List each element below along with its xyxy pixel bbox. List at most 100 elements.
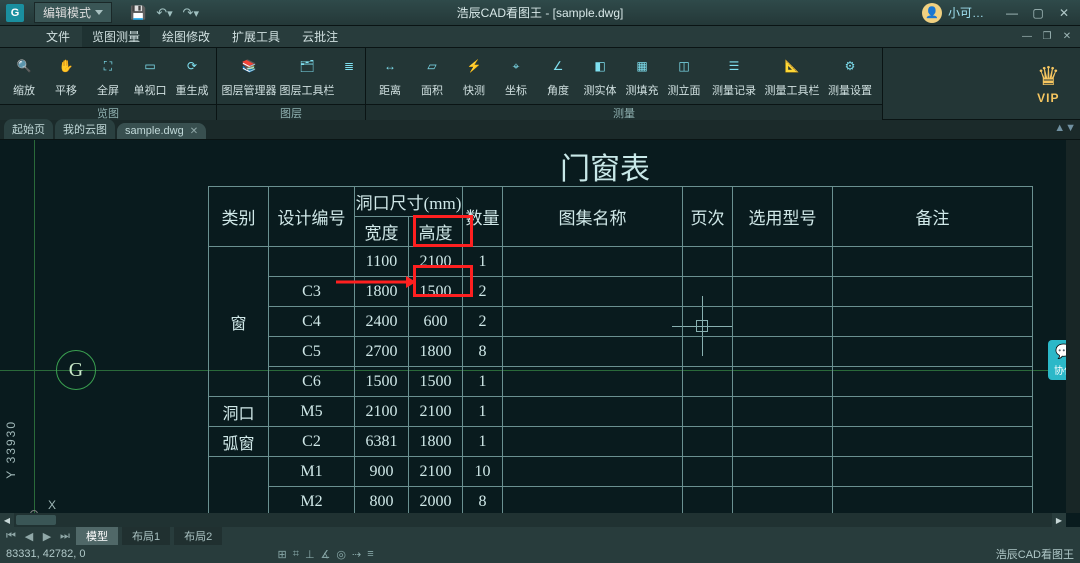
status-bar: 83331, 42782, 0 ⊞ ⌗ ⊥ ∡ ◎ ⇢ ≡ 浩辰CAD看图王 (0, 545, 1080, 563)
area-button[interactable]: ▱面积 (412, 50, 452, 104)
ribbon-tail: ♛ VIP (883, 48, 1080, 119)
table-row: 洞口M5210021001 (209, 397, 1033, 427)
distance-icon: ↔ (376, 52, 404, 80)
layout-next-icon[interactable]: ▶ (40, 530, 54, 543)
chevron-down-icon (95, 10, 103, 15)
table-row: C424006002 (209, 307, 1033, 337)
solid-button[interactable]: ◧测实体 (580, 50, 620, 104)
angle-icon: ∠ (544, 52, 572, 80)
axis-x-label: X (48, 498, 56, 512)
crown-icon: ♛ (1037, 63, 1060, 89)
zoom-icon: 🔍 (10, 52, 38, 80)
tab-scroll-indicator[interactable]: ▲▼ (1054, 122, 1076, 134)
layout-prev-icon[interactable]: ◀ (22, 530, 36, 543)
scroll-right-icon[interactable]: ▶ (1052, 513, 1066, 527)
table-row: C3180015002 (209, 277, 1033, 307)
layout-tab-1[interactable]: 布局1 (122, 527, 170, 545)
tab-mycloud[interactable]: 我的云图 (55, 119, 115, 139)
tab-start[interactable]: 起始页 (4, 119, 53, 139)
drawing-canvas[interactable]: G Y 33930 X 门窗表 类别 设计编号 洞口尺寸(mm) 数量 图集名称… (0, 140, 1080, 527)
grid-toggle-icon[interactable]: ⌗ (293, 548, 299, 561)
th-category: 类别 (209, 187, 269, 247)
menu-file[interactable]: 文件 (36, 26, 80, 47)
zoom-button[interactable]: 🔍缩放 (4, 50, 44, 104)
titlebar: G 编辑模式 💾 ↶▾ ↷▾ 浩辰CAD看图王 - [sample.dwg] 👤… (0, 0, 1080, 26)
user-label[interactable]: 小可… (948, 4, 984, 21)
user-avatar-icon[interactable]: 👤 (922, 3, 942, 23)
scrollbar-thumb[interactable] (16, 515, 56, 525)
area-icon: ▱ (418, 52, 446, 80)
fullscreen-icon: ⛶ (94, 52, 122, 80)
coord-icon: ⌖ (502, 52, 530, 80)
menu-cloud-note[interactable]: 云批注 (292, 26, 348, 47)
track-toggle-icon[interactable]: ⇢ (352, 548, 361, 561)
tab-sample[interactable]: sample.dwg✕ (117, 123, 206, 139)
ribbon-group-view: 🔍缩放 ✋平移 ⛶全屏 ▭单视口 ⟳重生成 览图 (0, 48, 217, 119)
th-model: 选用型号 (733, 187, 833, 247)
pan-button[interactable]: ✋平移 (46, 50, 86, 104)
app-logo[interactable]: G (6, 4, 24, 22)
osnap-toggle-icon[interactable]: ◎ (336, 548, 346, 561)
axis-y-label: Y 33930 (4, 420, 18, 479)
undo-icon[interactable]: ↶▾ (156, 5, 172, 21)
layout-tab-2[interactable]: 布局2 (174, 527, 222, 545)
measure-toolbar-button[interactable]: 📐测量工具栏 (764, 50, 820, 104)
minimize-button[interactable]: — (1000, 3, 1024, 23)
distance-button[interactable]: ↔距离 (370, 50, 410, 104)
measure-record-button[interactable]: ☰测量记录 (706, 50, 762, 104)
vip-badge[interactable]: ♛ VIP (1037, 63, 1060, 105)
ribbon-group-measure: ↔距离 ▱面积 ⚡快测 ⌖坐标 ∠角度 ◧测实体 ▦测填充 ◫测立面 ☰测量记录… (366, 48, 883, 119)
status-toggles: ⊞ ⌗ ⊥ ∡ ◎ ⇢ ≡ (278, 548, 374, 561)
mode-dropdown[interactable]: 编辑模式 (34, 2, 112, 23)
th-size: 洞口尺寸(mm) (355, 187, 463, 217)
fullscreen-button[interactable]: ⛶全屏 (88, 50, 128, 104)
regen-button[interactable]: ⟳重生成 (172, 50, 212, 104)
th-qty: 数量 (463, 187, 503, 247)
solid-icon: ◧ (586, 52, 614, 80)
menu-view-measure[interactable]: 览图测量 (82, 26, 150, 47)
doc-minimize-button[interactable]: — (1018, 29, 1036, 45)
viewport-icon: ▭ (136, 52, 164, 80)
grid-line-vertical (34, 140, 35, 527)
single-viewport-button[interactable]: ▭单视口 (130, 50, 170, 104)
layout-last-icon[interactable]: ⏭ (58, 530, 72, 543)
redo-icon[interactable]: ↷▾ (183, 5, 199, 21)
save-icon[interactable]: 💾 (130, 5, 146, 21)
measure-settings-button[interactable]: ⚙测量设置 (822, 50, 878, 104)
gear-icon: ⚙ (836, 52, 864, 80)
regen-icon: ⟳ (178, 52, 206, 80)
snap-toggle-icon[interactable]: ⊞ (278, 548, 287, 561)
maximize-button[interactable]: ▢ (1026, 3, 1050, 23)
layer-list-icon: ≣ (335, 52, 363, 80)
layout-first-icon[interactable]: ⏮ (4, 530, 18, 543)
measure-toolbar-icon: 📐 (778, 52, 806, 80)
menu-ext-tools[interactable]: 扩展工具 (222, 26, 290, 47)
layer-dropdown[interactable]: ≣ (337, 50, 361, 104)
th-note: 备注 (833, 187, 1033, 247)
menu-edit[interactable]: 绘图修改 (152, 26, 220, 47)
layout-tab-model[interactable]: 模型 (76, 527, 118, 545)
close-icon[interactable]: ✕ (190, 126, 198, 137)
elevation-button[interactable]: ◫测立面 (664, 50, 704, 104)
table-row: M1900210010 (209, 457, 1033, 487)
door-window-table: 类别 设计编号 洞口尺寸(mm) 数量 图集名称 页次 选用型号 备注 宽度 高… (208, 186, 1033, 527)
table-row: C5270018008 (209, 337, 1033, 367)
close-button[interactable]: ✕ (1052, 3, 1076, 23)
scrollbar-vertical[interactable] (1066, 140, 1080, 513)
fill-button[interactable]: ▦测填充 (622, 50, 662, 104)
polar-toggle-icon[interactable]: ∡ (321, 548, 331, 561)
th-number: 设计编号 (269, 187, 355, 247)
scrollbar-horizontal[interactable]: ◀ ▶ (0, 513, 1066, 527)
angle-button[interactable]: ∠角度 (538, 50, 578, 104)
ortho-toggle-icon[interactable]: ⊥ (305, 548, 315, 561)
coord-button[interactable]: ⌖坐标 (496, 50, 536, 104)
doc-close-button[interactable]: ✕ (1058, 29, 1076, 45)
layer-toolbar-button[interactable]: 🗂图层工具栏 (279, 50, 335, 104)
quick-measure-button[interactable]: ⚡快测 (454, 50, 494, 104)
scroll-left-icon[interactable]: ◀ (0, 513, 14, 527)
layout-tabs: ⏮ ◀ ▶ ⏭ 模型 布局1 布局2 (0, 527, 1080, 545)
record-icon: ☰ (720, 52, 748, 80)
doc-restore-button[interactable]: ❐ (1038, 29, 1056, 45)
layer-manager-button[interactable]: 📚图层管理器 (221, 50, 277, 104)
lwt-toggle-icon[interactable]: ≡ (367, 548, 373, 561)
